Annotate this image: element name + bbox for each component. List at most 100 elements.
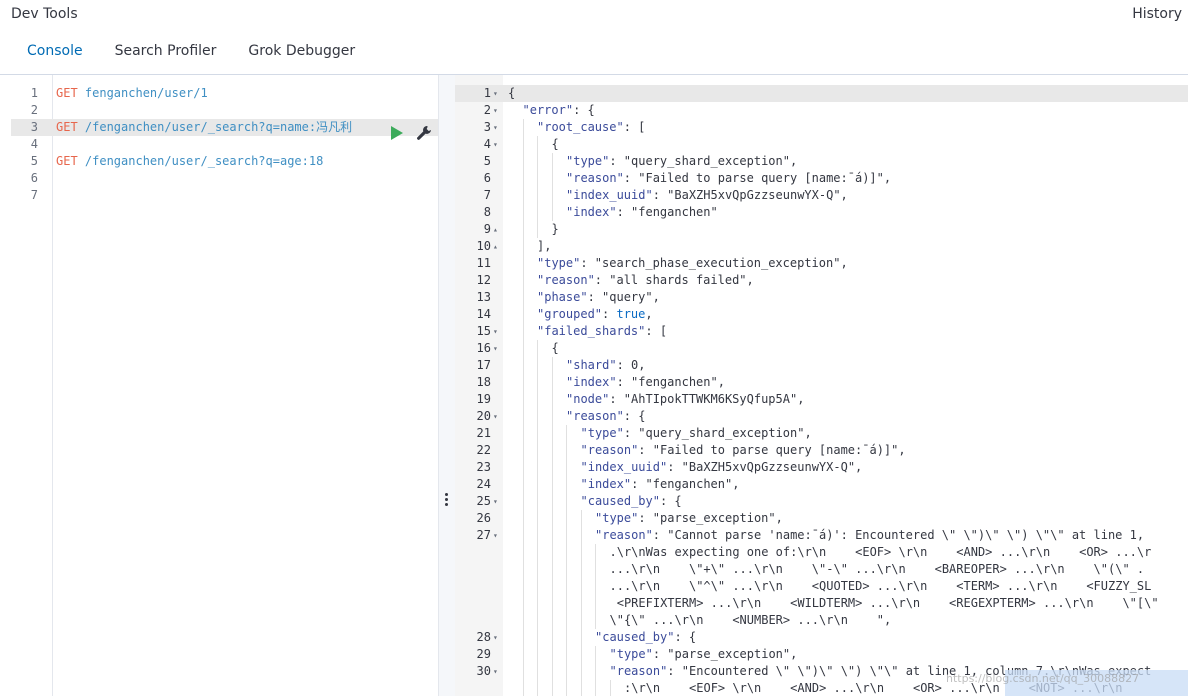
indent-guide [522,425,524,442]
json-key: "error" [522,103,574,117]
play-icon[interactable] [390,125,404,141]
history-link[interactable]: History [1132,6,1182,22]
fold-collapse-icon[interactable]: ▾ [493,629,498,646]
fold-collapse-icon[interactable]: ▾ [493,85,498,102]
response-line: "reason": "Cannot parse 'name:¯á)': Enco… [595,527,1144,544]
indent-guide [537,136,538,153]
fold-collapse-icon[interactable]: ▾ [493,527,498,544]
fold-collapse-icon[interactable]: ▾ [493,663,498,680]
request-path: fenganchen/user/1 [77,86,208,100]
indent-guide [522,595,524,612]
indent-guide [566,595,567,612]
indent-guide [551,612,553,629]
http-method: GET [56,154,78,168]
indent-guide [609,680,611,696]
json-text: ...\r\n \"^\" ...\r\n <QUOTED> ...\r\n <… [609,579,1152,593]
tab-console[interactable]: Console [11,42,99,89]
response-line: { [508,85,515,102]
indent-guide [522,374,524,391]
fold-collapse-icon[interactable]: ▾ [493,323,498,340]
response-line: "type": "parse_exception", [595,510,783,527]
tab-grok-debugger[interactable]: Grok Debugger [232,42,371,74]
line-number: 16 [476,341,491,355]
indent-guide [522,289,524,306]
response-line: \"{\" ...\r\n <NUMBER> ...\r\n ", [610,612,892,629]
line-number: 21 [476,426,491,440]
json-value: : "query", [587,290,660,304]
indent-guide [522,323,524,340]
fold-expand-icon[interactable]: ▴ [493,238,498,255]
response-line: "type": "query_shard_exception", [566,153,797,170]
indent-guide [551,187,553,204]
response-line: { [552,340,559,357]
fold-collapse-icon[interactable]: ▾ [493,136,498,153]
indent-guide [566,663,567,680]
indent-guide [551,374,553,391]
indent-guide [522,629,524,646]
indent-guide [522,187,524,204]
request-text[interactable]: GET /fenganchen/user/_search?q=name:冯凡利 [56,119,352,136]
json-boolean: true [616,307,646,321]
json-value: : [ [623,120,646,134]
indent-guide [580,680,582,696]
response-line: "index": "fenganchen", [581,476,740,493]
request-editor[interactable]: 1 GET fenganchen/user/1 2 3 GET /fenganchen/… [0,75,438,696]
fold-collapse-icon[interactable]: ▾ [493,102,498,119]
indent-guide [551,442,553,459]
indent-guide [580,578,582,595]
fold-collapse-icon[interactable]: ▾ [493,340,498,357]
line-number: 4 [30,137,38,151]
pane-divider[interactable] [438,75,456,696]
json-value: : [ [645,324,668,338]
line-number: 18 [476,375,491,389]
indent-guide [522,340,524,357]
fold-collapse-icon[interactable]: ▾ [493,493,498,510]
indent-guide [537,221,538,238]
response-line: "phase": "query", [537,289,660,306]
request-line[interactable]: 5 GET /fenganchen/user/_search?q=age:18 [0,153,438,170]
line-number: 5 [30,154,38,168]
fold-expand-icon[interactable]: ▴ [493,221,498,238]
line-number: 28 [476,630,491,644]
json-value: : "Failed to parse query [name:¯á)]", [638,443,906,457]
request-line[interactable]: 4 [0,136,438,153]
line-number: 1 [483,86,491,100]
indent-guide [566,680,567,696]
indent-guide [537,204,538,221]
json-value: : "parse_exception", [652,647,798,661]
wrench-icon[interactable] [416,125,432,141]
request-line[interactable]: 1 GET fenganchen/user/1 [0,85,438,102]
request-line[interactable]: 7 [0,187,438,204]
tab-search-profiler[interactable]: Search Profiler [99,42,233,74]
line-number: 2 [483,103,491,117]
indent-guide [551,510,553,527]
line-number: 7 [483,188,491,202]
request-line[interactable]: 2 [0,102,438,119]
indent-guide [537,612,538,629]
indent-guide [537,493,538,510]
json-key: "index_uuid" [566,188,653,202]
response-line: "caused_by": { [595,629,696,646]
indent-guide [522,238,524,255]
line-number: 5 [483,154,491,168]
indent-guide [522,153,524,170]
line-number: 20 [476,409,491,423]
indent-guide [551,544,553,561]
fold-collapse-icon[interactable]: ▾ [493,119,498,136]
json-key: "reason" [537,273,595,287]
indent-guide [580,663,582,680]
indent-guide [522,204,524,221]
response-viewer[interactable]: 1 ▾{2 ▾ "error": {3 ▾ "root_cause": [4 ▾{5 "typ… [455,75,1188,696]
indent-guide [537,442,538,459]
request-line[interactable]: 3 GET /fenganchen/user/_search?q=name:冯凡利 [0,119,438,136]
indent-guide [551,561,553,578]
response-line: } [552,221,559,238]
request-line[interactable]: 6 [0,170,438,187]
indent-guide [522,578,524,595]
response-line: "node": "AhTIpokTTWKM6KSyQfup5A", [566,391,804,408]
resize-handle[interactable] [445,493,448,507]
request-text[interactable]: GET fenganchen/user/1 [56,85,208,102]
fold-collapse-icon[interactable]: ▾ [493,408,498,425]
line-number: 3 [483,120,491,134]
request-text[interactable]: GET /fenganchen/user/_search?q=age:18 [56,153,323,170]
